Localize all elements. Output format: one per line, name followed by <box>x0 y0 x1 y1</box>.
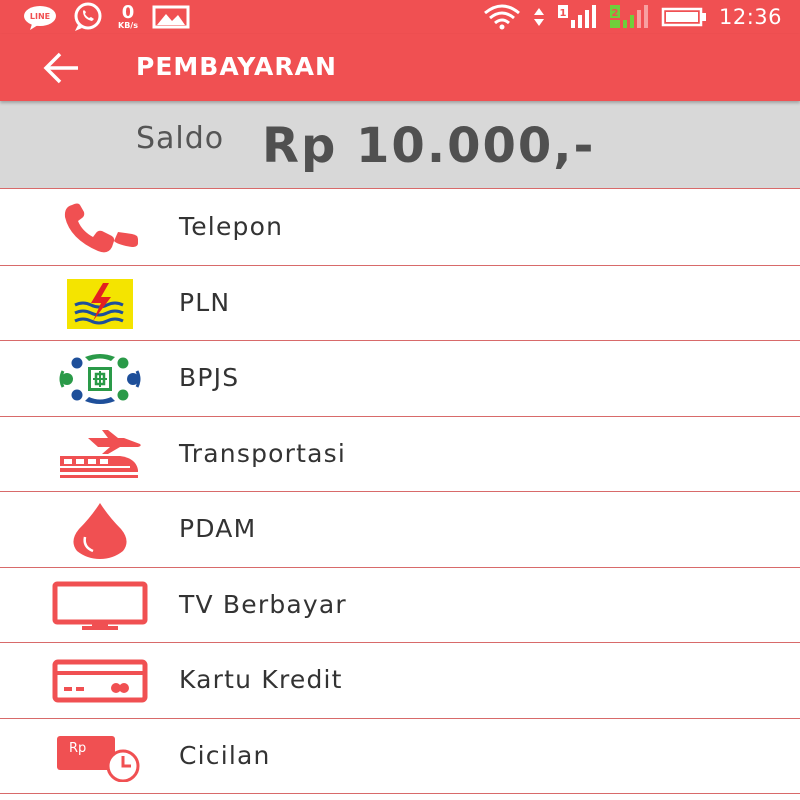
installment-icon-text: Rp <box>69 741 86 756</box>
app-bar: PEMBAYARAN <box>0 34 800 101</box>
network-speed-value: 0 <box>121 2 135 23</box>
sim1-label: 1 <box>559 8 566 19</box>
clock: 12:36 <box>718 5 782 29</box>
phone-icon <box>52 198 148 258</box>
line-app-icon: LINE <box>24 6 56 30</box>
menu-item-label: Cicilan <box>179 740 271 770</box>
data-transfer-icon <box>533 8 544 26</box>
menu-item-pln[interactable]: PLN <box>0 265 800 341</box>
status-bar: LINE 0 KB/s 1 2 12:36 <box>0 0 800 34</box>
wifi-icon <box>484 4 520 30</box>
line-app-label: LINE <box>30 12 50 21</box>
menu-item-kartu-kredit[interactable]: Kartu Kredit <box>0 643 800 719</box>
installment-icon: Rp <box>52 727 148 787</box>
sim2-signal-icon: 2 <box>609 5 648 28</box>
menu-item-telepon[interactable]: Telepon <box>0 190 800 266</box>
gallery-icon <box>152 5 190 29</box>
credit-card-icon <box>52 651 148 711</box>
battery-icon <box>661 7 706 27</box>
menu-item-label: TV Berbayar <box>179 589 347 619</box>
sim2-label: 2 <box>611 8 618 19</box>
whatsapp-icon <box>74 2 102 31</box>
menu-item-transportasi[interactable]: Transportasi <box>0 416 800 492</box>
balance-banner: Saldo Rp 10.000,- <box>0 101 800 189</box>
network-speed-unit: KB/s <box>118 21 138 30</box>
train-plane-icon <box>52 425 148 485</box>
tv-icon <box>52 576 148 636</box>
balance-amount: Rp 10.000,- <box>262 118 596 174</box>
menu-item-label: Kartu Kredit <box>179 665 343 694</box>
water-drop-icon <box>52 500 148 560</box>
network-speed: 0 KB/s <box>118 4 138 30</box>
sim1-signal-icon: 1 <box>557 5 596 28</box>
menu-item-tv-berbayar[interactable]: TV Berbayar <box>0 567 800 643</box>
payment-menu: Telepon PLN BPJS Transportasi PDAM TV Be… <box>0 190 800 794</box>
menu-item-label: PLN <box>179 287 231 317</box>
menu-item-label: Telepon <box>179 212 284 241</box>
back-button[interactable] <box>40 48 84 88</box>
pln-logo-icon <box>52 274 148 334</box>
menu-item-pdam[interactable]: PDAM <box>0 492 800 568</box>
menu-item-label: PDAM <box>179 514 257 543</box>
arrow-left-icon <box>43 52 78 84</box>
menu-item-label: BPJS <box>179 363 240 392</box>
bpjs-logo-icon <box>52 349 148 409</box>
balance-label: Saldo <box>136 121 225 156</box>
page-title: PEMBAYARAN <box>136 52 337 81</box>
menu-item-label: Transportasi <box>179 438 347 468</box>
menu-item-bpjs[interactable]: BPJS <box>0 341 800 417</box>
menu-item-cicilan[interactable]: Rp Cicilan <box>0 718 800 794</box>
